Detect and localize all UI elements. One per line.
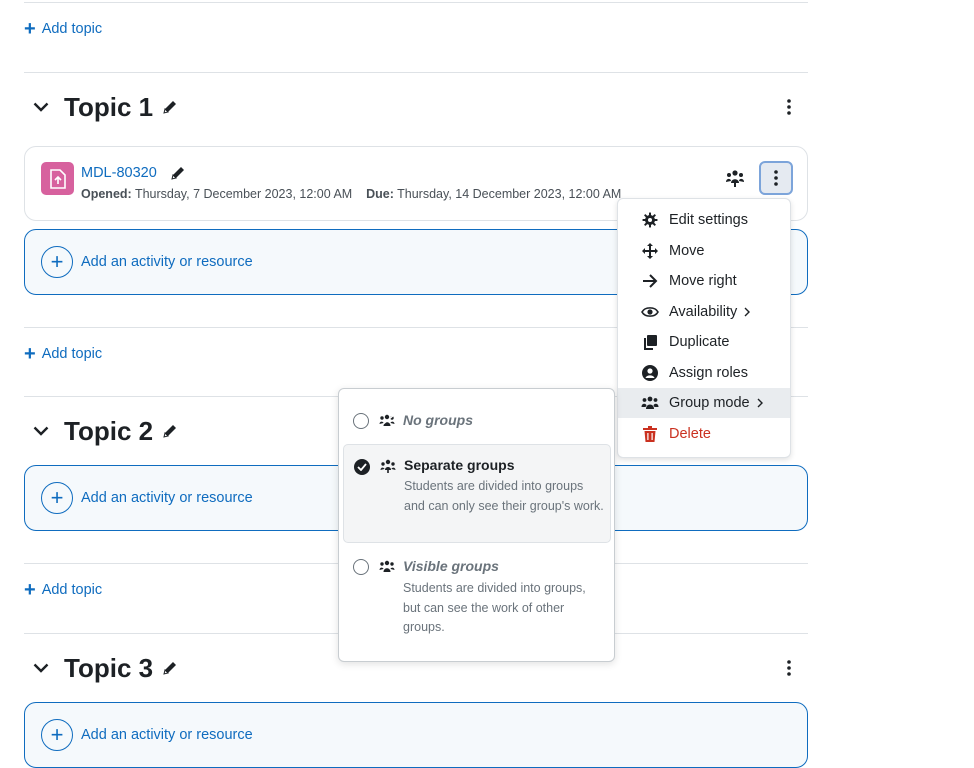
- group-option-description: Students are divided into groups and can…: [404, 479, 604, 513]
- section-divider: [24, 72, 808, 73]
- arrow-right-icon: [641, 272, 659, 290]
- add-activity-label: Add an activity or resource: [81, 490, 253, 506]
- gear-icon: [641, 211, 659, 229]
- activity-actions-button[interactable]: [759, 161, 793, 195]
- plus-icon: +: [24, 18, 36, 40]
- menu-item-availability[interactable]: Availability: [618, 297, 790, 327]
- menu-item-label: Group mode: [669, 395, 750, 411]
- group-option-separate-groups[interactable]: Separate groups Students are divided int…: [343, 444, 611, 543]
- no-groups-icon: [379, 414, 395, 428]
- menu-item-group-mode[interactable]: Group mode: [618, 388, 790, 418]
- group-icon: [641, 394, 659, 412]
- add-activity-label: Add an activity or resource: [81, 727, 253, 743]
- topic-kebab-menu-icon[interactable]: [778, 96, 800, 118]
- add-topic-link[interactable]: + Add topic: [24, 343, 102, 365]
- add-topic-label: Add topic: [41, 21, 103, 37]
- add-activity-label: Add an activity or resource: [81, 254, 253, 270]
- chevron-right-icon: [756, 398, 766, 408]
- chevron-down-icon[interactable]: [30, 420, 52, 442]
- radio-unchecked-icon[interactable]: [353, 559, 369, 575]
- radio-unchecked-icon[interactable]: [353, 413, 369, 429]
- activity-name-link[interactable]: MDL-80320: [81, 165, 157, 181]
- plus-icon: +: [24, 579, 36, 601]
- opened-value: Thursday, 7 December 2023, 12:00 AM: [134, 187, 353, 201]
- due-label: Due:: [366, 187, 394, 201]
- group-option-title: Visible groups: [403, 558, 499, 574]
- topic-header: Topic 3: [30, 648, 179, 688]
- topic-header: Topic 2: [30, 411, 179, 451]
- menu-item-label: Delete: [669, 426, 711, 442]
- radio-checked-icon[interactable]: [354, 459, 370, 475]
- plus-circle-icon: +: [41, 246, 73, 278]
- move-arrows-icon: [641, 242, 659, 260]
- topic-kebab-menu-icon[interactable]: [778, 657, 800, 679]
- due-value: Thursday, 14 December 2023, 12:00 AM: [397, 187, 622, 201]
- menu-item-label: Move: [669, 243, 705, 259]
- chevron-down-icon[interactable]: [30, 657, 52, 679]
- group-option-no-groups[interactable]: No groups: [343, 397, 611, 445]
- group-option-description: Students are divided into groups, but ca…: [403, 581, 586, 634]
- menu-item-delete[interactable]: Delete: [618, 419, 790, 449]
- opened-label: Opened:: [81, 187, 132, 201]
- add-topic-label: Add topic: [41, 346, 103, 362]
- plus-circle-icon: +: [41, 482, 73, 514]
- menu-item-duplicate[interactable]: Duplicate: [618, 327, 790, 357]
- activity-dates: Opened: Thursday, 7 December 2023, 12:00…: [81, 187, 621, 201]
- menu-item-label: Duplicate: [669, 334, 730, 350]
- eye-icon: [641, 303, 659, 321]
- assignment-icon: [41, 162, 74, 195]
- plus-circle-icon: +: [41, 719, 73, 751]
- menu-item-label: Edit settings: [669, 212, 748, 228]
- topic-title: Topic 3: [64, 652, 154, 683]
- topic-title: Topic 1: [64, 91, 154, 122]
- separate-groups-icon: [380, 459, 396, 473]
- pencil-icon[interactable]: [169, 164, 187, 182]
- menu-item-label: Move right: [669, 273, 737, 289]
- section-divider: [24, 2, 808, 3]
- menu-item-move[interactable]: Move: [618, 236, 790, 266]
- plus-icon: +: [24, 343, 36, 365]
- menu-item-edit-settings[interactable]: Edit settings: [618, 205, 790, 235]
- menu-item-assign-roles[interactable]: Assign roles: [618, 358, 790, 388]
- add-topic-link[interactable]: + Add topic: [24, 18, 102, 40]
- pencil-icon[interactable]: [161, 659, 179, 677]
- group-mode-icon[interactable]: [725, 169, 745, 187]
- add-topic-link[interactable]: + Add topic: [24, 579, 102, 601]
- group-option-title: Separate groups: [404, 457, 515, 473]
- activity-action-menu: Edit settings Move Move right Availabili…: [617, 198, 791, 458]
- add-topic-label: Add topic: [41, 582, 103, 598]
- group-option-title: No groups: [403, 412, 473, 428]
- menu-item-label: Assign roles: [669, 365, 748, 381]
- menu-item-label: Availability: [669, 304, 738, 320]
- copy-icon: [641, 333, 659, 351]
- group-option-visible-groups[interactable]: Visible groups Students are divided into…: [343, 549, 611, 644]
- pencil-icon[interactable]: [161, 98, 179, 116]
- pencil-icon[interactable]: [161, 422, 179, 440]
- add-activity-button[interactable]: + Add an activity or resource: [24, 702, 808, 768]
- topic-title: Topic 2: [64, 415, 154, 446]
- topic-header: Topic 1: [30, 87, 179, 127]
- trash-icon: [641, 425, 659, 443]
- user-circle-icon: [641, 364, 659, 382]
- group-mode-popover: No groups Separate groups Students are d…: [338, 388, 615, 662]
- chevron-right-icon: [743, 307, 753, 317]
- visible-groups-icon: [379, 560, 395, 574]
- chevron-down-icon[interactable]: [30, 96, 52, 118]
- menu-item-move-right[interactable]: Move right: [618, 266, 790, 296]
